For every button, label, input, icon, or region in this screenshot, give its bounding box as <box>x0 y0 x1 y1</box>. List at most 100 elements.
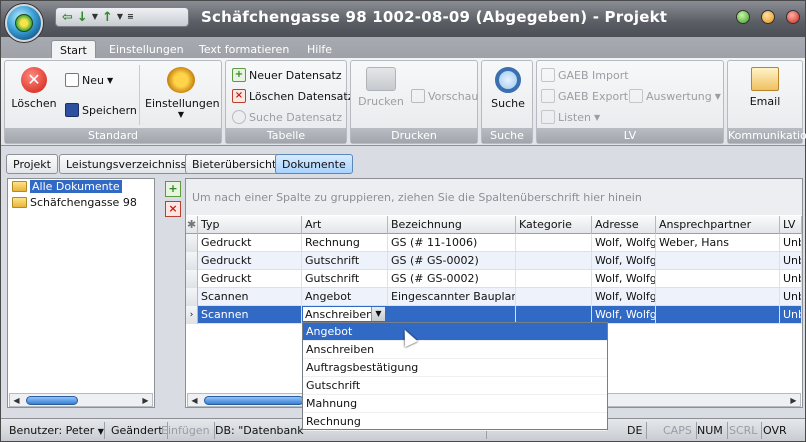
dropdown-option-anschreiben[interactable]: Anschreiben <box>303 341 607 359</box>
tab-hilfe[interactable]: Hilfe <box>299 40 340 59</box>
scrollbar-thumb[interactable] <box>204 396 304 405</box>
speichern-button[interactable]: Speichern <box>65 103 137 117</box>
dropdown-option-angebot[interactable]: Angebot <box>303 323 607 341</box>
current-row-arrow-icon[interactable]: › <box>186 306 198 324</box>
cell-typ: Scannen <box>198 306 302 324</box>
row-indicator[interactable] <box>186 234 198 252</box>
cell-bezeichnung: GS (# GS-0002) <box>388 270 516 288</box>
email-button[interactable]: Email <box>740 65 790 108</box>
suche-datensatz-button[interactable]: Suche Datensatz <box>232 110 342 124</box>
cell-lv: Unb <box>780 270 802 288</box>
tab-text-formatieren[interactable]: Text formatieren <box>191 40 297 59</box>
delete-icon: ✕ <box>21 67 47 93</box>
combo-dropdown-arrow-icon[interactable]: ▼ <box>371 307 385 321</box>
grid-header: ✱ Typ Art Bezeichnung Kategorie Adresse … <box>186 216 802 234</box>
neuer-datensatz-button[interactable]: + Neuer Datensatz <box>232 68 342 82</box>
folder-icon <box>12 197 27 208</box>
add-document-icon[interactable]: + <box>165 181 181 197</box>
row-indicator[interactable] <box>186 288 198 306</box>
suche-datensatz-label: Suche Datensatz <box>249 110 343 124</box>
dropdown-option-mahnung[interactable]: Mahnung <box>303 395 607 413</box>
group-drucken: Drucken Vorschau Drucken <box>350 60 478 144</box>
suche-button[interactable]: Suche <box>484 65 532 110</box>
ribbon-tab-strip: Start Einstellungen Text formatieren Hil… <box>1 37 805 59</box>
maximize-button[interactable] <box>761 10 775 24</box>
column-header-adresse[interactable]: Adresse <box>592 216 656 234</box>
speichern-label: Speichern <box>82 103 137 117</box>
tab-projekt[interactable]: Projekt <box>6 154 58 174</box>
column-header-art[interactable]: Art <box>302 216 388 234</box>
email-label: Email <box>749 95 781 108</box>
scroll-left-arrow-icon[interactable]: ◀ <box>189 395 200 406</box>
scroll-left-arrow-icon[interactable]: ◀ <box>11 395 22 406</box>
minimize-button[interactable] <box>736 10 750 24</box>
loeschen-button[interactable]: ✕ Löschen <box>11 65 57 110</box>
scrollbar-thumb[interactable] <box>26 396 78 405</box>
cell-art: Gutschrift <box>302 270 388 288</box>
table-row[interactable]: Gedruckt Gutschrift GS (# GS-0002) Wolf,… <box>186 252 802 270</box>
tab-bieteruebersicht[interactable]: Bieterübersicht <box>185 154 284 174</box>
column-header-bezeichnung[interactable]: Bezeichnung <box>388 216 516 234</box>
loeschen-datensatz-button[interactable]: × Löschen Datensatz <box>232 89 353 103</box>
auswertung-button[interactable]: Auswertung ▼ <box>629 89 721 103</box>
cell-bezeichnung: GS (# GS-0002) <box>388 252 516 270</box>
status-user-label: Benutzer: Peter <box>9 424 95 437</box>
column-header-lv[interactable]: LV <box>780 216 802 234</box>
cell-ansprechpartner <box>656 288 780 306</box>
tree-item-schaefchengasse[interactable]: Schäfchengasse 98 <box>12 196 137 209</box>
drucken-label: Drucken <box>358 95 404 108</box>
up-dropdown-icon[interactable]: ▼ <box>117 13 123 21</box>
dropdown-option-gutschrift[interactable]: Gutschrift <box>303 377 607 395</box>
group-kommunikation: Email Kommunikation <box>727 60 806 144</box>
back-arrow-icon[interactable]: ⇦ <box>62 11 73 24</box>
art-combo-editor[interactable]: Anschreiben ▼ <box>302 306 386 322</box>
group-label-kommunikation: Kommunikation <box>728 128 806 143</box>
drucken-button[interactable]: Drucken <box>357 65 405 108</box>
down-arrow-icon[interactable]: ↓ <box>77 11 88 24</box>
up-arrow-icon[interactable]: ↑ <box>102 11 113 24</box>
tab-start[interactable]: Start <box>51 40 96 59</box>
vorschau-button[interactable]: Vorschau <box>411 89 478 103</box>
scroll-right-arrow-icon[interactable]: ▶ <box>788 395 799 406</box>
listen-button[interactable]: Listen ▼ <box>541 110 600 124</box>
status-einfuegen: Einfügen <box>157 422 215 439</box>
group-lv: GAEB Import GAEB Export Auswertung ▼ Lis… <box>536 60 724 144</box>
table-row[interactable]: Gedruckt Rechnung GS (# 11-1006) Wolf, W… <box>186 234 802 252</box>
close-button[interactable] <box>786 10 800 24</box>
dropdown-option-auftragsbestaetigung[interactable]: Auftragsbestätigung <box>303 359 607 377</box>
cell-adresse: Wolf, Wolfga <box>592 252 656 270</box>
group-label-tabelle: Tabelle <box>226 128 346 143</box>
row-indicator[interactable] <box>186 252 198 270</box>
listen-label: Listen <box>558 110 591 124</box>
tree-item-label: Schäfchengasse 98 <box>30 196 137 209</box>
status-user[interactable]: Benutzer: Peter ▼ <box>5 422 105 439</box>
folder-tree: Alle Dokumente Schäfchengasse 98 ◀ ▶ <box>7 178 155 408</box>
column-header-typ[interactable]: Typ <box>198 216 302 234</box>
settings-gear-icon <box>167 67 195 93</box>
column-header-ansprechpartner[interactable]: Ansprechpartner <box>656 216 780 234</box>
tab-einstellungen[interactable]: Einstellungen <box>101 40 192 59</box>
remove-document-icon[interactable]: × <box>165 201 181 217</box>
tab-dokumente[interactable]: Dokumente <box>275 154 353 174</box>
cell-ansprechpartner: Weber, Hans <box>656 234 780 252</box>
scroll-right-arrow-icon[interactable]: ▶ <box>140 395 151 406</box>
group-panel[interactable]: Um nach einer Spalte zu gruppieren, zieh… <box>186 179 802 215</box>
gaeb-export-button[interactable]: GAEB Export <box>541 89 628 103</box>
einstellungen-button[interactable]: Einstellungen ▼ <box>145 65 220 119</box>
table-row[interactable]: Scannen Angebot Eingescannter Bauplan Wo… <box>186 288 802 306</box>
down-dropdown-icon[interactable]: ▼ <box>92 13 98 21</box>
dropdown-option-rechnung[interactable]: Rechnung <box>303 413 607 431</box>
column-header-kategorie[interactable]: Kategorie <box>516 216 592 234</box>
tree-horizontal-scrollbar[interactable]: ◀ ▶ <box>9 393 153 407</box>
gaeb-import-button[interactable]: GAEB Import <box>541 68 629 82</box>
cell-adresse: Wolf, Wolfga <box>592 270 656 288</box>
cell-ansprechpartner <box>656 252 780 270</box>
tree-item-alle-dokumente[interactable]: Alle Dokumente <box>12 180 122 193</box>
row-indicator[interactable] <box>186 270 198 288</box>
app-menu-orb[interactable] <box>5 4 43 42</box>
tab-leistungsverzeichnisse[interactable]: Leistungsverzeichnisse <box>59 154 201 174</box>
table-row[interactable]: Gedruckt Gutschrift GS (# GS-0002) Wolf,… <box>186 270 802 288</box>
neu-button[interactable]: Neu ▼ <box>65 73 113 87</box>
status-scrl: SCRL <box>725 422 763 439</box>
customize-qat-icon[interactable]: ≡ <box>127 13 134 21</box>
